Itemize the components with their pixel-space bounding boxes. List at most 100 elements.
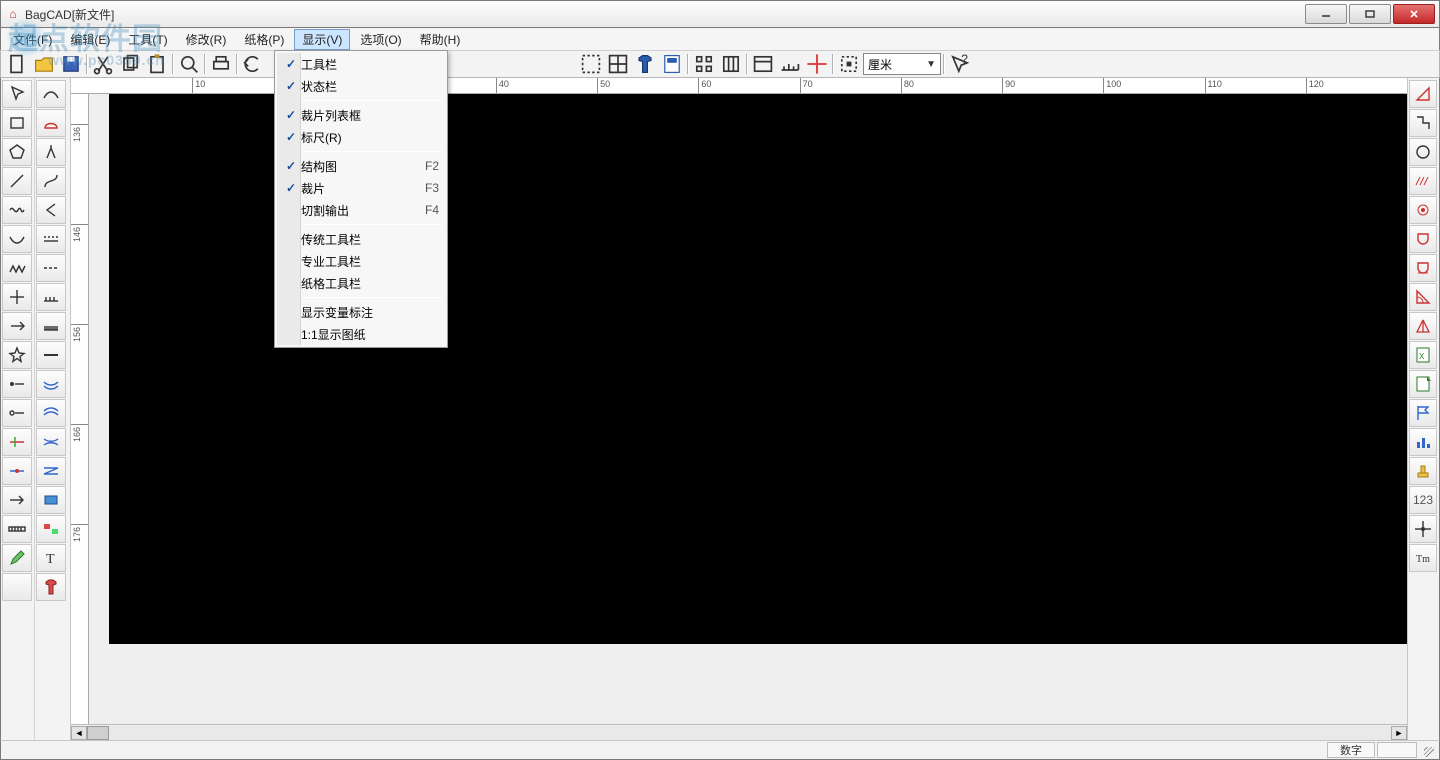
dropdown-item[interactable]: ✓标尺(R) xyxy=(277,126,445,148)
tb-cut[interactable] xyxy=(90,52,116,76)
double-arc2-icon[interactable] xyxy=(36,399,66,427)
cross-line-icon[interactable] xyxy=(2,428,32,456)
right-tool-gear[interactable] xyxy=(1409,196,1437,224)
wave-icon[interactable] xyxy=(2,196,32,224)
dropdown-item[interactable]: ✓裁片列表框 xyxy=(277,104,445,126)
menu-tools[interactable]: 工具(T) xyxy=(120,29,175,50)
double-z-icon[interactable] xyxy=(36,457,66,485)
menu-modify[interactable]: 修改(R) xyxy=(178,29,235,50)
star-icon[interactable] xyxy=(2,341,32,369)
close-button[interactable] xyxy=(1393,4,1435,24)
right-tool-cup2[interactable] xyxy=(1409,254,1437,282)
polygon-icon[interactable] xyxy=(2,138,32,166)
angle-left-icon[interactable] xyxy=(36,196,66,224)
horizontal-scrollbar[interactable]: ◄ ► xyxy=(71,724,1407,740)
right-tool-angle[interactable] xyxy=(1409,283,1437,311)
ruler-horiz-icon[interactable] xyxy=(2,515,32,543)
zigzag-icon[interactable] xyxy=(2,254,32,282)
dropdown-item[interactable]: ✓结构图F2 xyxy=(277,155,445,177)
tb-frame-icon[interactable] xyxy=(578,52,604,76)
right-tool-target[interactable] xyxy=(1409,515,1437,543)
pencil-icon[interactable] xyxy=(2,544,32,572)
tb-measure-icon[interactable] xyxy=(777,52,803,76)
tb-gridsmall-icon[interactable] xyxy=(691,52,717,76)
menu-view[interactable]: 显示(V) xyxy=(294,29,350,50)
tb-select-dashed-icon[interactable] xyxy=(836,52,862,76)
scroll-track[interactable] xyxy=(87,726,1391,740)
double-arc-icon[interactable] xyxy=(36,370,66,398)
dropdown-item[interactable]: ✓工具栏 xyxy=(277,53,445,75)
right-tool-123[interactable]: 123 xyxy=(1409,486,1437,514)
plus-anchor-icon[interactable] xyxy=(2,283,32,311)
dropdown-item[interactable]: 传统工具栏 xyxy=(277,228,445,250)
tb-open[interactable] xyxy=(31,52,57,76)
menu-file[interactable]: 文件(F) xyxy=(5,29,60,50)
resize-grip[interactable] xyxy=(1419,742,1435,758)
scroll-right-button[interactable]: ► xyxy=(1391,726,1407,740)
arrow-right-icon[interactable] xyxy=(2,486,32,514)
compass-icon[interactable] xyxy=(36,138,66,166)
tb-new[interactable] xyxy=(4,52,30,76)
right-tool-flip[interactable] xyxy=(1409,312,1437,340)
text-icon[interactable]: T xyxy=(36,544,66,572)
line-icon[interactable] xyxy=(2,167,32,195)
dropdown-item[interactable]: 切割输出F4 xyxy=(277,199,445,221)
tb-zoom[interactable] xyxy=(176,52,202,76)
right-tool-step[interactable] xyxy=(1409,109,1437,137)
right-tool-tm[interactable]: Tm xyxy=(1409,544,1437,572)
curve-icon[interactable] xyxy=(36,167,66,195)
node-line-icon[interactable] xyxy=(2,457,32,485)
maximize-button[interactable] xyxy=(1349,4,1391,24)
dot-line-icon[interactable] xyxy=(2,370,32,398)
rect-multi-icon[interactable] xyxy=(36,515,66,543)
tb-undo[interactable] xyxy=(240,52,266,76)
status-mode[interactable]: 数字 xyxy=(1327,742,1375,758)
tb-shirt-icon[interactable] xyxy=(632,52,658,76)
right-tool-bars[interactable] xyxy=(1409,428,1437,456)
menu-paper[interactable]: 纸格(P) xyxy=(236,29,292,50)
tb-copy[interactable] xyxy=(117,52,143,76)
blank-icon[interactable] xyxy=(2,573,32,601)
right-tool-stamp[interactable] xyxy=(1409,457,1437,485)
shirt-tool-icon[interactable] xyxy=(36,573,66,601)
tb-page-icon[interactable] xyxy=(659,52,685,76)
menu-edit[interactable]: 编辑(E) xyxy=(62,29,118,50)
rect-blue-icon[interactable] xyxy=(36,486,66,514)
tb-layout-icon[interactable] xyxy=(750,52,776,76)
anchor-right-icon[interactable] xyxy=(2,312,32,340)
dropdown-item[interactable]: ✓裁片F3 xyxy=(277,177,445,199)
tb-paste[interactable] xyxy=(144,52,170,76)
scale-thin-icon[interactable] xyxy=(36,341,66,369)
tb-crosshair-icon[interactable] xyxy=(804,52,830,76)
units-combo[interactable]: 厘米 ▼ xyxy=(863,53,941,75)
pointer-icon[interactable] xyxy=(2,80,32,108)
rect-icon[interactable] xyxy=(2,109,32,137)
arc-up-icon[interactable] xyxy=(36,80,66,108)
dropdown-item[interactable]: ✓状态栏 xyxy=(277,75,445,97)
right-tool-flag[interactable] xyxy=(1409,399,1437,427)
right-tool-hatch[interactable] xyxy=(1409,167,1437,195)
tb-grid-icon[interactable] xyxy=(605,52,631,76)
dropdown-item[interactable]: 纸格工具栏 xyxy=(277,272,445,294)
dropdown-item[interactable]: 显示变量标注 xyxy=(277,301,445,323)
tb-help-cursor[interactable]: ? xyxy=(947,52,973,76)
menu-help[interactable]: 帮助(H) xyxy=(412,29,469,50)
ticks-dense-icon[interactable] xyxy=(36,312,66,340)
dot-line2-icon[interactable] xyxy=(2,399,32,427)
ticks-icon[interactable] xyxy=(36,283,66,311)
right-tool-xls[interactable]: X xyxy=(1409,341,1437,369)
line-flat-icon[interactable] xyxy=(36,225,66,253)
double-arc3-icon[interactable] xyxy=(36,428,66,456)
right-tool-triangle[interactable] xyxy=(1409,80,1437,108)
right-tool-circle[interactable] xyxy=(1409,138,1437,166)
right-tool-xls2[interactable] xyxy=(1409,370,1437,398)
menu-options[interactable]: 选项(O) xyxy=(352,29,409,50)
right-tool-cup[interactable] xyxy=(1409,225,1437,253)
tb-print[interactable] xyxy=(208,52,234,76)
dropdown-item[interactable]: 专业工具栏 xyxy=(277,250,445,272)
scroll-left-button[interactable]: ◄ xyxy=(71,726,87,740)
dome-icon[interactable] xyxy=(36,109,66,137)
tb-save[interactable] xyxy=(58,52,84,76)
tb-gridsmall2-icon[interactable] xyxy=(718,52,744,76)
arc-down-icon[interactable] xyxy=(2,225,32,253)
